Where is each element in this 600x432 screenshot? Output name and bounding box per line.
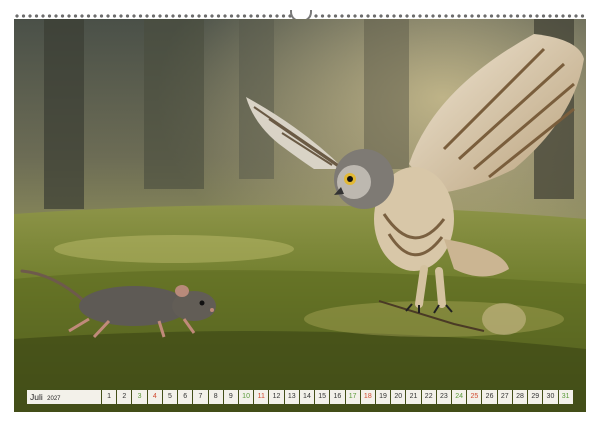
- year-label: 2027: [47, 396, 61, 402]
- day-cell: 20: [391, 390, 406, 404]
- day-cell: 16: [330, 390, 345, 404]
- day-cell: 6: [178, 390, 193, 404]
- owl-mouse-photo: [14, 19, 586, 412]
- day-cell: 2: [117, 390, 132, 404]
- day-cell: 9: [223, 390, 238, 404]
- day-cell: 3: [132, 390, 147, 404]
- day-cell: 25: [467, 390, 482, 404]
- day-cell: 28: [512, 390, 528, 404]
- day-cell: 18: [360, 390, 375, 404]
- day-cell: 30: [543, 390, 558, 404]
- day-cell: 17: [345, 390, 360, 404]
- day-cell: 22: [421, 390, 436, 404]
- day-cell: 31: [558, 390, 573, 404]
- month-name: Juli: [30, 392, 43, 402]
- day-cell: 23: [436, 390, 452, 404]
- day-cell: 19: [375, 390, 391, 404]
- photo-illustration: [14, 19, 586, 412]
- day-cell: 10: [238, 390, 254, 404]
- calendar-page: Juli 2027 1 2 3 4 5 6 7 8 9 10 11 12 13 14 15 16 17 18 19 2…: [0, 0, 600, 432]
- day-cell: 13: [284, 390, 299, 404]
- day-cell: 12: [269, 390, 284, 404]
- day-cell: 15: [315, 390, 330, 404]
- month-label: Juli 2027: [27, 390, 101, 404]
- day-cell: 7: [193, 390, 208, 404]
- day-cell: 4: [147, 390, 162, 404]
- day-cell: 11: [254, 390, 269, 404]
- calendar-strip: Juli 2027 1 2 3 4 5 6 7 8 9 10 11 12 13 14 15 16 17 18 19 2…: [27, 390, 573, 404]
- day-cell: 27: [497, 390, 512, 404]
- day-cell: 8: [208, 390, 223, 404]
- day-cell: 29: [528, 390, 543, 404]
- day-cell: 21: [406, 390, 421, 404]
- day-cell: 24: [452, 390, 467, 404]
- day-cell: 26: [482, 390, 497, 404]
- day-cell: 14: [299, 390, 315, 404]
- day-cell: 5: [162, 390, 178, 404]
- day-cell: 1: [102, 390, 117, 404]
